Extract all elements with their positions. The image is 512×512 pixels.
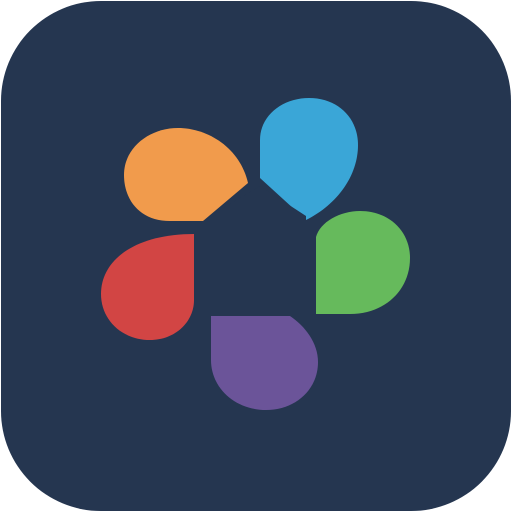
app-icon[interactable] <box>0 0 512 512</box>
app-icon-container[interactable] <box>0 0 512 512</box>
